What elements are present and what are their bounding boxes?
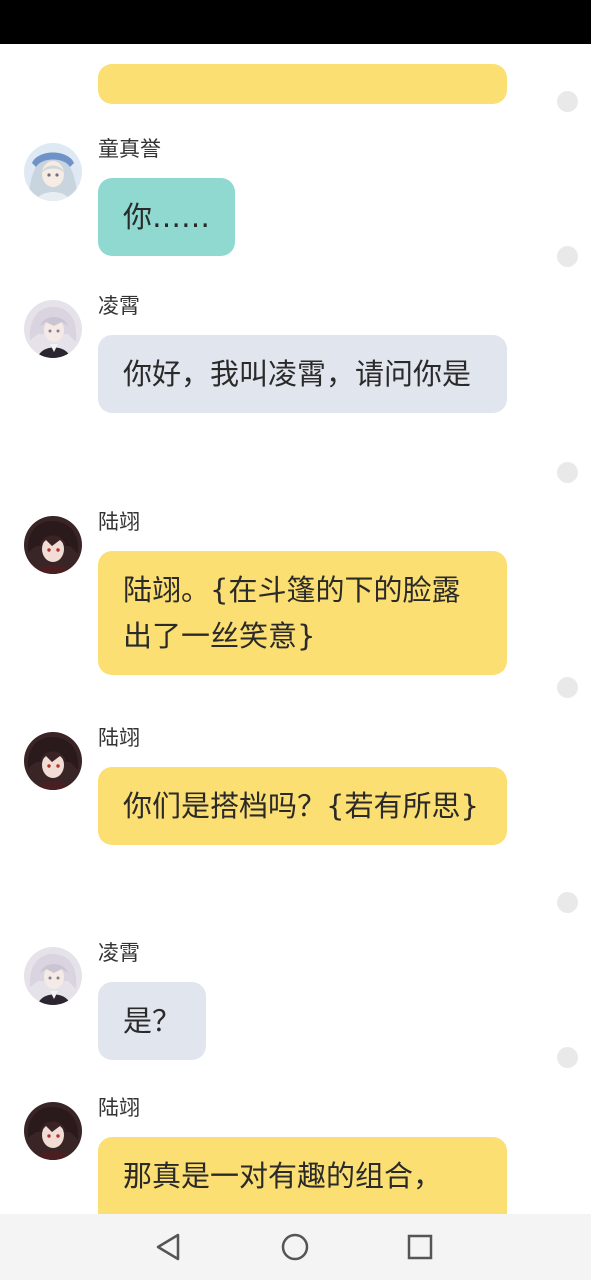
chat-list[interactable]: 童真誉 你…… 凌霄 你好，我叫凌霄，请问你是 陆翊 陆翊。{在斗篷的下的脸露出…: [0, 44, 591, 1214]
message-bubble[interactable]: 那真是一对有趣的组合，: [98, 1137, 507, 1214]
dark-hair-boy-avatar-icon[interactable]: [24, 732, 82, 790]
message-status-dot: [557, 462, 578, 483]
sender-name: 陆翊: [98, 1096, 140, 1120]
message-status-dot: [557, 677, 578, 698]
message-status-dot: [557, 246, 578, 267]
girl-avatar-icon[interactable]: [24, 143, 82, 201]
sender-name: 凌霄: [98, 294, 140, 318]
sender-name: 陆翊: [98, 510, 140, 534]
message-status-dot: [557, 892, 578, 913]
sender-name: 童真誉: [98, 137, 161, 161]
message-bubble[interactable]: 你好，我叫凌霄，请问你是: [98, 335, 507, 413]
message-status-dot: [557, 1047, 578, 1068]
message-bubble[interactable]: 你们是搭档吗？{若有所思}: [98, 767, 507, 845]
sender-name: 陆翊: [98, 726, 140, 750]
recents-square-icon[interactable]: [402, 1229, 438, 1265]
previous-message-bubble[interactable]: [98, 64, 507, 104]
back-triangle-icon[interactable]: [150, 1229, 186, 1265]
message-bubble[interactable]: 是？: [98, 982, 207, 1060]
status-bar: [0, 0, 591, 44]
sender-name: 凌霄: [98, 941, 140, 965]
message-bubble[interactable]: 陆翊。{在斗篷的下的脸露出了一丝笑意}: [98, 551, 507, 675]
white-hair-boy-avatar-icon[interactable]: [24, 947, 82, 1005]
message-bubble[interactable]: 你……: [98, 178, 236, 256]
dark-hair-boy-avatar-icon[interactable]: [24, 1102, 82, 1160]
white-hair-boy-avatar-icon[interactable]: [24, 300, 82, 358]
dark-hair-boy-avatar-icon[interactable]: [24, 516, 82, 574]
home-circle-icon[interactable]: [277, 1229, 313, 1265]
navigation-bar: [0, 1214, 591, 1280]
message-status-dot: [557, 91, 578, 112]
